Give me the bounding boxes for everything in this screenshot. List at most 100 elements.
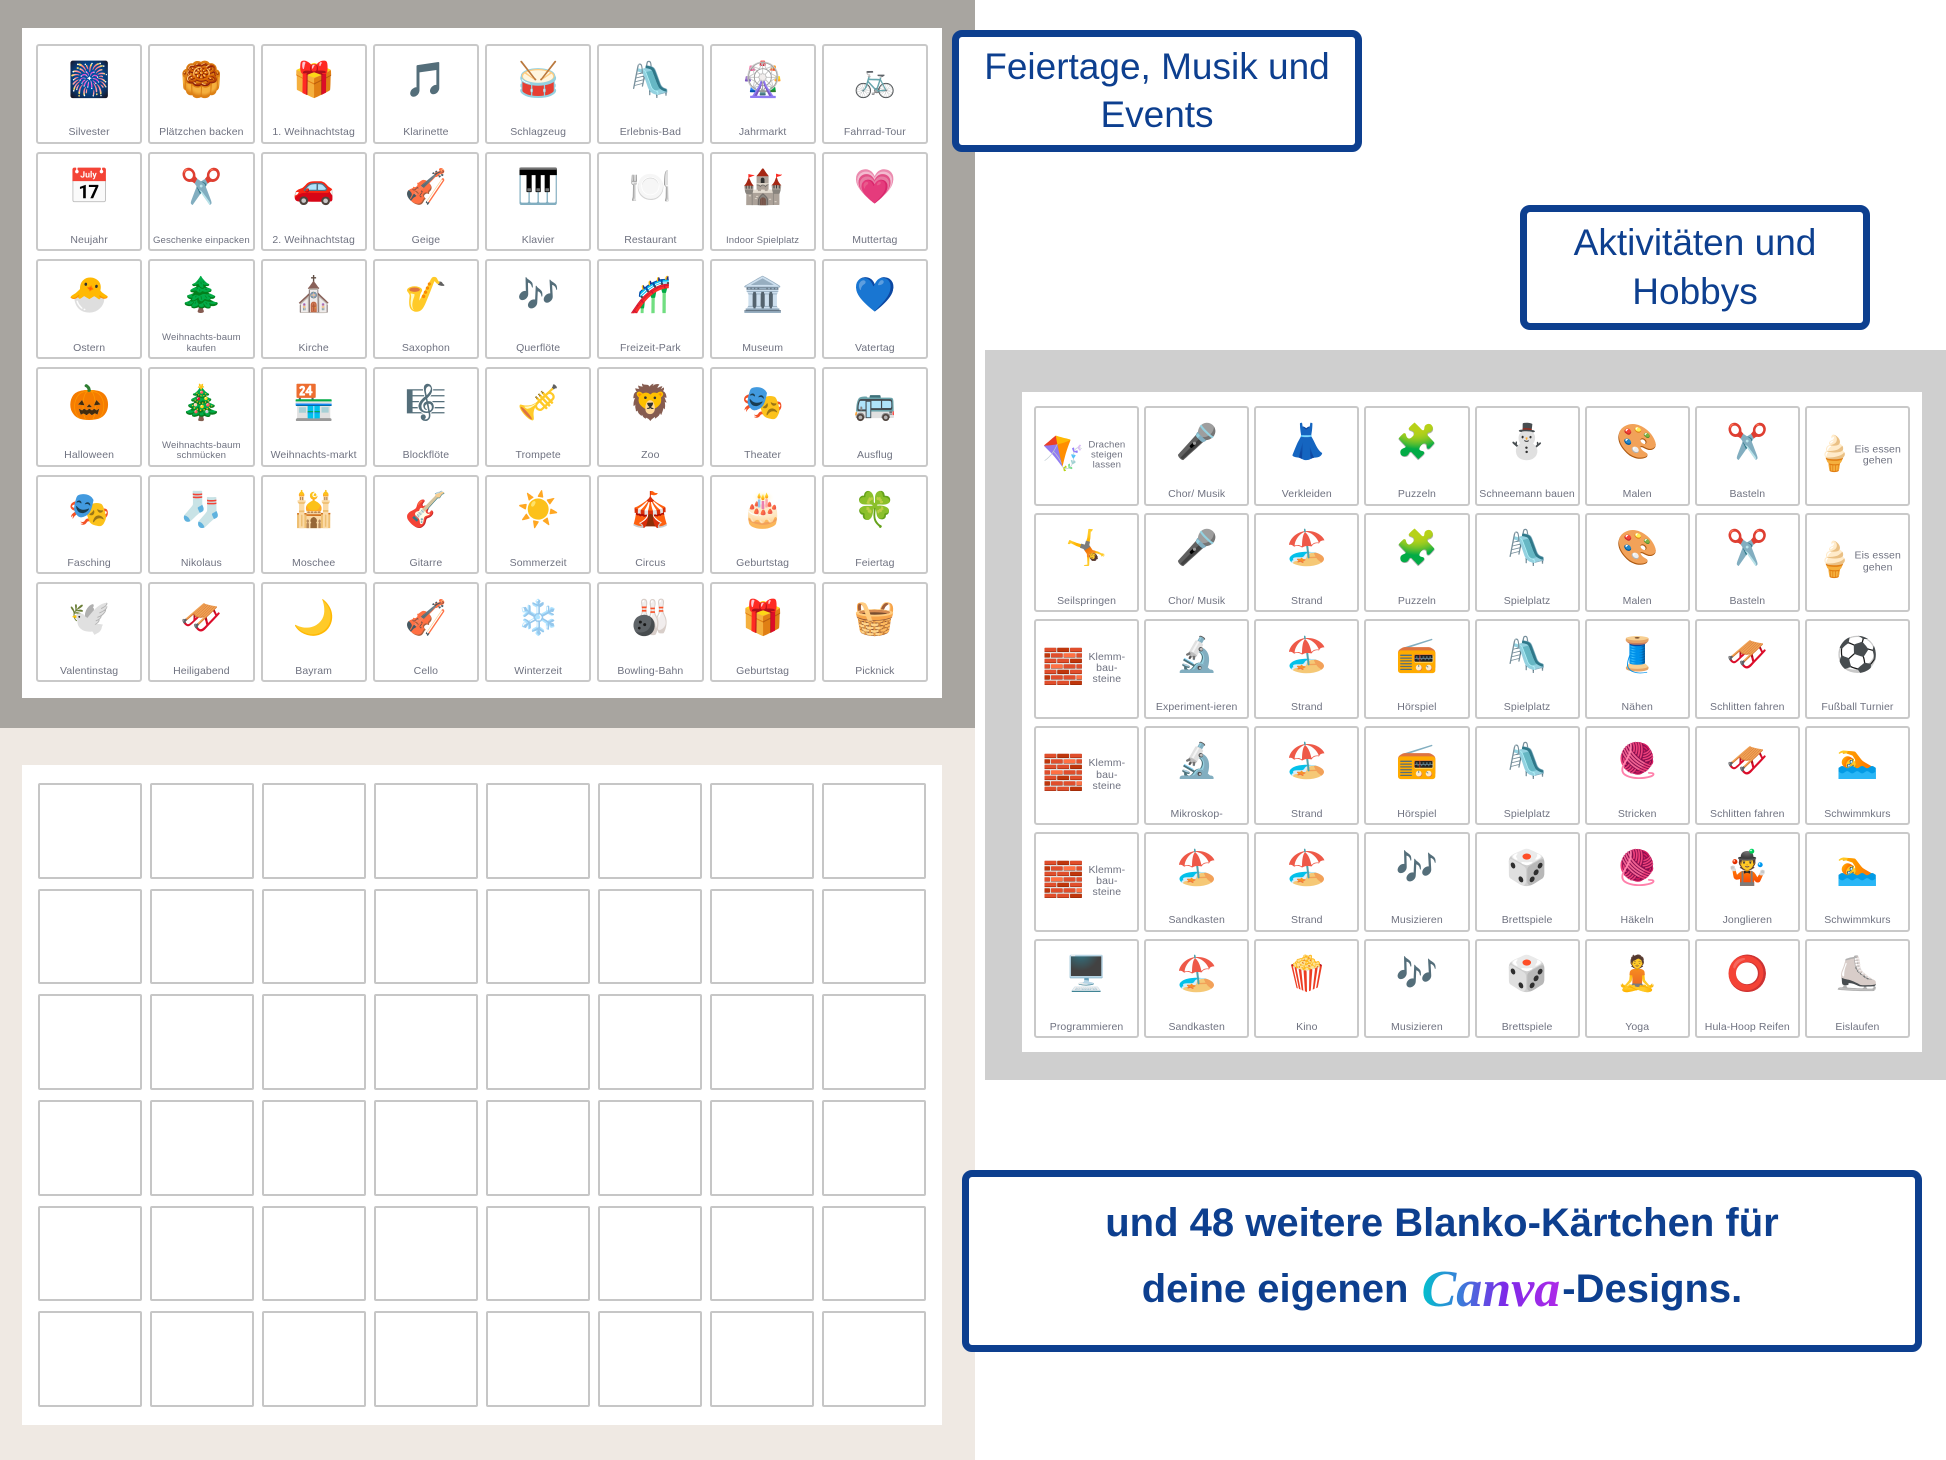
holiday-card[interactable]: 🚗 2. Weihnachtstag — [260, 151, 367, 252]
holiday-card[interactable]: ❄️ Winterzeit — [485, 582, 592, 682]
activity-card[interactable]: 🖥️ Programmieren — [1034, 938, 1140, 1038]
holiday-card[interactable]: 🎃 Halloween — [36, 366, 143, 467]
holiday-card[interactable]: 🍽️ Restaurant — [597, 151, 704, 252]
activity-card[interactable]: 📻 Hörspiel — [1364, 619, 1470, 719]
holiday-card[interactable]: 🌙 Bayram — [260, 582, 367, 682]
blank-card[interactable] — [822, 1311, 926, 1407]
activity-card[interactable]: 🍿 Kino — [1254, 938, 1360, 1038]
activity-card[interactable]: ⭕ Hula-Hoop Reifen — [1694, 938, 1800, 1038]
activity-card[interactable]: 🛷 Schlitten fahren — [1694, 619, 1800, 719]
blank-card[interactable] — [38, 1205, 142, 1302]
activity-card[interactable]: 🍦 Eis essen gehen — [1804, 512, 1910, 612]
activity-card[interactable]: ⛸️ Eislaufen — [1804, 938, 1910, 1038]
activity-card[interactable]: 🏖️ Strand — [1254, 832, 1360, 932]
holiday-card[interactable]: 🕊️ Valentinstag — [36, 582, 143, 682]
holiday-card[interactable]: 🏛️ Museum — [709, 259, 816, 359]
holiday-card[interactable]: 🥁 Schlagzeug — [485, 44, 592, 144]
activity-card[interactable]: 🏖️ Strand — [1254, 725, 1360, 825]
blank-card[interactable] — [150, 1099, 254, 1196]
blank-card[interactable] — [486, 783, 590, 879]
blank-card[interactable] — [38, 783, 142, 879]
activity-card[interactable]: 👗 Verkleiden — [1254, 406, 1360, 506]
blank-card[interactable] — [374, 1311, 478, 1407]
holiday-card[interactable]: 🎁 1. Weihnachtstag — [260, 44, 367, 144]
holiday-card[interactable]: 🎼 Blockflöte — [372, 366, 479, 467]
holiday-card[interactable]: 🎁 Geburtstag — [709, 582, 816, 682]
activity-card[interactable]: 🛝 Spielplatz — [1474, 619, 1580, 719]
holiday-card[interactable]: 💙 Vatertag — [821, 259, 928, 359]
activity-card[interactable]: 🏖️ Strand — [1254, 512, 1360, 612]
activity-card[interactable]: 🧩 Puzzeln — [1364, 512, 1470, 612]
blank-card[interactable] — [710, 1205, 814, 1302]
activity-card[interactable]: 🏖️ Sandkasten — [1144, 832, 1250, 932]
holiday-card[interactable]: 🎆 Silvester — [36, 44, 143, 144]
activity-card[interactable]: 🧱 Klemm-bau-steine — [1034, 832, 1140, 932]
blank-card[interactable] — [374, 783, 478, 879]
activity-card[interactable]: 🏊 Schwimmkurs — [1804, 832, 1910, 932]
holiday-card[interactable]: 🎄 Weihnachts-baum schmücken — [148, 366, 255, 467]
holiday-card[interactable]: 🚌 Ausflug — [821, 366, 928, 467]
activity-card[interactable]: 🧶 Stricken — [1584, 725, 1690, 825]
activity-card[interactable]: 🎶 Musizieren — [1364, 832, 1470, 932]
holiday-card[interactable]: 🥮 Plätzchen backen — [148, 44, 255, 144]
activity-card[interactable]: 🛝 Spielplatz — [1474, 512, 1580, 612]
activity-card[interactable]: 🧩 Puzzeln — [1364, 406, 1470, 506]
activity-card[interactable]: 🔬 Mikroskop- — [1144, 725, 1250, 825]
blank-card[interactable] — [150, 1205, 254, 1302]
holiday-card[interactable]: 🎸 Gitarre — [372, 474, 479, 575]
blank-card[interactable] — [262, 1099, 366, 1196]
blank-card[interactable] — [374, 888, 478, 985]
holiday-card[interactable]: 🍀 Feiertag — [821, 474, 928, 575]
blank-card[interactable] — [598, 1099, 702, 1196]
holiday-card[interactable]: 🎻 Cello — [372, 582, 479, 682]
holiday-card[interactable]: 🎶 Querflöte — [485, 259, 592, 359]
blank-card[interactable] — [822, 888, 926, 985]
activity-card[interactable]: 🧱 Klemm-bau-steine — [1034, 725, 1140, 825]
blank-card[interactable] — [262, 994, 366, 1090]
holiday-card[interactable]: 🕌 Moschee — [260, 474, 367, 575]
holiday-card[interactable]: 🎪 Circus — [597, 474, 704, 575]
blank-card[interactable] — [598, 783, 702, 879]
activity-card[interactable]: 🧶 Häkeln — [1584, 832, 1690, 932]
activity-card[interactable]: 🎲 Brettspiele — [1474, 832, 1580, 932]
activity-card[interactable]: ⛄ Schneemann bauen — [1474, 406, 1580, 506]
activity-card[interactable]: 🔬 Experiment-ieren — [1144, 619, 1250, 719]
blank-card[interactable] — [598, 1205, 702, 1302]
holiday-card[interactable]: 🎺 Trompete — [485, 366, 592, 467]
blank-card[interactable] — [486, 994, 590, 1090]
activity-card[interactable]: 🎨 Malen — [1584, 512, 1690, 612]
blank-card[interactable] — [710, 783, 814, 879]
activity-card[interactable]: 🎤 Chor/ Musik — [1144, 512, 1250, 612]
activity-card[interactable]: 🏊 Schwimmkurs — [1804, 725, 1910, 825]
blank-card[interactable] — [38, 1099, 142, 1196]
activity-card[interactable]: ⚽ Fußball Turnier — [1804, 619, 1910, 719]
blank-card[interactable] — [262, 888, 366, 985]
holiday-card[interactable]: 🚲 Fahrrad-Tour — [821, 44, 928, 144]
blank-card[interactable] — [710, 994, 814, 1090]
holiday-card[interactable]: 🧦 Nikolaus — [148, 474, 255, 575]
holiday-card[interactable]: 🛝 Erlebnis-Bad — [597, 44, 704, 144]
holiday-card[interactable]: 🏰 Indoor Spielplatz — [709, 151, 816, 252]
holiday-card[interactable]: 📅 Neujahr — [36, 151, 143, 252]
blank-card[interactable] — [150, 1311, 254, 1407]
holiday-card[interactable]: 💗 Muttertag — [821, 151, 928, 252]
holiday-card[interactable]: 🎳 Bowling-Bahn — [597, 582, 704, 682]
activity-card[interactable]: 🏖️ Sandkasten — [1144, 938, 1250, 1038]
holiday-card[interactable]: ⛪ Kirche — [260, 259, 367, 359]
blank-card[interactable] — [262, 1311, 366, 1407]
holiday-card[interactable]: 🦁 Zoo — [597, 366, 704, 467]
blank-card[interactable] — [38, 1311, 142, 1407]
activity-card[interactable]: ✂️ Basteln — [1694, 406, 1800, 506]
blank-card[interactable] — [486, 1311, 590, 1407]
blank-card[interactable] — [486, 888, 590, 985]
blank-card[interactable] — [150, 994, 254, 1090]
activity-card[interactable]: 🎨 Malen — [1584, 406, 1690, 506]
blank-card[interactable] — [486, 1099, 590, 1196]
holiday-card[interactable]: 🎷 Saxophon — [372, 259, 479, 359]
blank-card[interactable] — [38, 994, 142, 1090]
holiday-card[interactable]: 🎭 Theater — [709, 366, 816, 467]
blank-card[interactable] — [38, 888, 142, 985]
blank-card[interactable] — [598, 888, 702, 985]
holiday-card[interactable]: 🏪 Weihnachts-markt — [260, 366, 367, 467]
activity-card[interactable]: 📻 Hörspiel — [1364, 725, 1470, 825]
